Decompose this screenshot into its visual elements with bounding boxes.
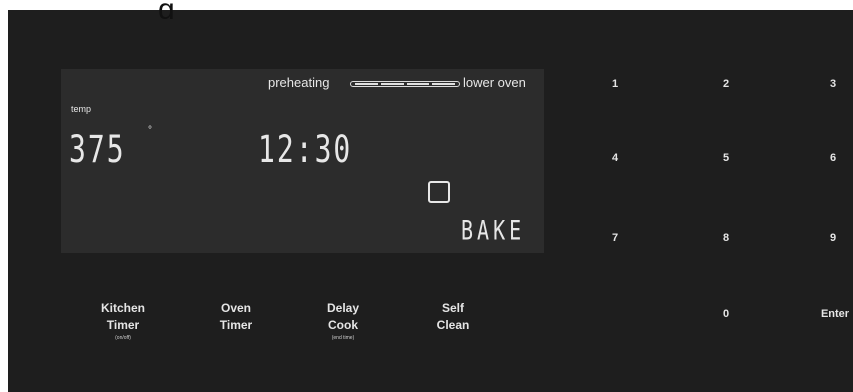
kitchen-timer-sub: (on/off) bbox=[115, 335, 131, 341]
temperature-readout: 375 bbox=[69, 127, 126, 172]
kitchen-timer-line2: Timer bbox=[106, 318, 140, 332]
temp-label: temp bbox=[71, 104, 92, 114]
key-5[interactable]: 5 bbox=[706, 148, 746, 168]
kitchen-timer-line1: Kitchen bbox=[100, 301, 145, 315]
delay-cook-button[interactable]: Delay Cook (end time) bbox=[298, 300, 388, 342]
delay-cook-line2: Cook bbox=[328, 318, 358, 332]
key-0[interactable]: 0 bbox=[706, 304, 746, 324]
self-clean-line1: Self bbox=[441, 301, 464, 315]
oven-timer-button[interactable]: Oven Timer bbox=[191, 300, 281, 334]
key-7[interactable]: 7 bbox=[595, 228, 635, 248]
cook-mode-readout: BAKE bbox=[461, 214, 526, 247]
header-text-fragment: g bbox=[158, 1, 175, 19]
preheat-progress-bar bbox=[350, 81, 460, 87]
key-3[interactable]: 3 bbox=[813, 74, 853, 94]
kitchen-timer-button[interactable]: Kitchen Timer (on/off) bbox=[78, 300, 168, 342]
enter-button[interactable]: Enter bbox=[813, 304, 853, 324]
oven-timer-line1: Oven bbox=[220, 301, 251, 315]
degree-symbol: ° bbox=[148, 125, 152, 136]
oven-timer-line2: Timer bbox=[219, 318, 253, 332]
self-clean-line2: Clean bbox=[436, 318, 470, 332]
oven-control-panel: g preheating lower oven temp 375 ° 12:30… bbox=[8, 1, 853, 392]
key-9[interactable]: 9 bbox=[813, 228, 853, 248]
lcd-display: preheating lower oven temp 375 ° 12:30 B… bbox=[61, 69, 544, 253]
oven-icon bbox=[428, 181, 450, 203]
preheating-label: preheating bbox=[268, 75, 330, 90]
delay-cook-sub: (end time) bbox=[331, 335, 355, 341]
delay-cook-line1: Delay bbox=[326, 301, 360, 315]
key-6[interactable]: 6 bbox=[813, 148, 853, 168]
self-clean-button[interactable]: Self Clean bbox=[408, 300, 498, 334]
lower-oven-label: lower oven bbox=[463, 75, 526, 90]
key-2[interactable]: 2 bbox=[706, 74, 746, 94]
clock-readout: 12:30 bbox=[258, 127, 353, 172]
key-8[interactable]: 8 bbox=[706, 228, 746, 248]
key-1[interactable]: 1 bbox=[595, 74, 635, 94]
key-4[interactable]: 4 bbox=[595, 148, 635, 168]
